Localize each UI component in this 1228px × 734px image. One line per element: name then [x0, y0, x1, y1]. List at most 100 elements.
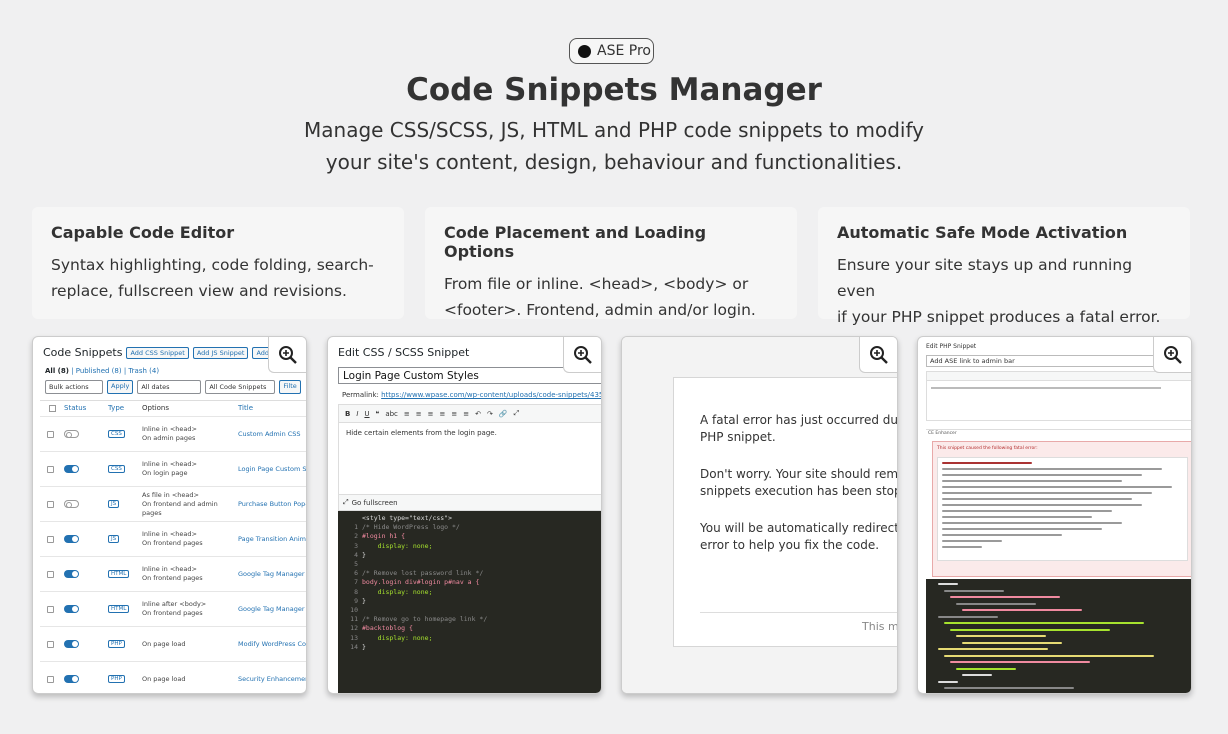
snippet-title-link[interactable]: Purchase Button Pop- — [238, 500, 306, 508]
toolbar-button[interactable]: U — [364, 410, 369, 418]
toolbar-button[interactable]: 🔗 — [499, 410, 508, 418]
table-row[interactable]: CSS Inline in <head> On login page Login Pa… — [40, 451, 306, 486]
toolbar-button[interactable]: ≡ — [416, 410, 422, 418]
error-trace-line — [942, 474, 1142, 476]
status-toggle[interactable] — [64, 430, 79, 438]
toolbar-button[interactable]: ≡ — [463, 410, 469, 418]
php-code-line — [950, 661, 1090, 663]
toolbar-button[interactable]: ❝ — [376, 410, 380, 418]
fullscreen-toggle[interactable]: ⤢ Go fullscreen — [338, 494, 601, 511]
filter-all[interactable]: All (8) — [45, 367, 69, 375]
zoom-button[interactable] — [859, 337, 897, 373]
table-row[interactable]: HTML Inline in <head> On frontend pages Goo… — [40, 556, 306, 591]
snippet-title-link[interactable]: Page Transition Anim — [238, 535, 306, 543]
subtitle-line-1: Manage CSS/SCSS, JS, HTML and PHP code s… — [304, 118, 924, 142]
row-checkbox[interactable] — [47, 535, 54, 543]
php-code-editor[interactable] — [926, 579, 1191, 693]
type-badge: HTML — [108, 605, 130, 613]
zoom-button[interactable] — [563, 337, 601, 373]
status-toggle[interactable] — [64, 500, 79, 508]
zoom-button[interactable] — [1153, 337, 1191, 373]
php-code-line — [938, 615, 998, 618]
toolbar-button[interactable]: ≡ — [404, 410, 410, 418]
status-toggle[interactable] — [64, 535, 79, 543]
status-toggle[interactable] — [64, 675, 79, 683]
row-checkbox[interactable] — [47, 430, 54, 438]
table-row[interactable]: PHP On page load Security Enhancemen — [40, 661, 306, 693]
screenshot-css-editor[interactable]: Edit CSS / SCSS Snippet Login Page Custo… — [327, 336, 602, 694]
table-row[interactable]: JS As file in <head> On frontend and admin… — [40, 486, 306, 521]
dates-select[interactable]: All dates — [137, 380, 202, 394]
feature-text-line: Syntax highlighting, code folding, searc… — [51, 256, 374, 274]
snippet-title-link[interactable]: Custom Admin CSS — [238, 430, 301, 438]
select-all-checkbox[interactable] — [49, 405, 56, 412]
feature-card-safe-mode: Automatic Safe Mode Activation Ensure yo… — [818, 207, 1190, 326]
column-type[interactable]: Type — [108, 404, 124, 412]
fullscreen-label: Go fullscreen — [351, 498, 398, 507]
toolbar-button[interactable]: ↶ — [475, 410, 481, 418]
row-checkbox[interactable] — [47, 465, 54, 473]
add-css-button[interactable]: Add CSS Snippet — [126, 346, 189, 359]
filter-button[interactable]: Filte — [279, 380, 301, 394]
description-text[interactable]: Hide certain elements from the login pag… — [339, 423, 601, 443]
php-code-line — [950, 628, 1110, 631]
toolbar-button[interactable]: B — [345, 410, 350, 418]
status-toggle[interactable] — [64, 640, 79, 648]
add-js-button[interactable]: Add JS Snippet — [192, 346, 249, 359]
screenshot-php-editor[interactable]: Edit PHP Snippet Add ASE link to admin b… — [917, 336, 1192, 694]
php-description-editor[interactable] — [926, 371, 1191, 421]
code-line: 13 display: none; — [350, 633, 433, 642]
error-trace-line — [942, 516, 1092, 518]
bulk-actions-select[interactable]: Bulk actions — [45, 380, 103, 394]
filter-published[interactable]: Published (8) — [76, 367, 122, 375]
code-editor[interactable]: <style type="text/css"> 1/* Hide WordPre… — [338, 511, 601, 693]
toolbar-button[interactable]: abc — [385, 410, 398, 418]
row-checkbox[interactable] — [47, 605, 54, 613]
toolbar-button[interactable]: ⤢ — [514, 409, 520, 418]
option-subtext: On frontend pages — [142, 574, 203, 582]
snippet-title-link[interactable]: Google Tag Manager - — [238, 570, 306, 578]
filter-trash[interactable]: Trash (4) — [128, 367, 159, 375]
snippet-title-input[interactable]: Login Page Custom Styles — [338, 367, 601, 384]
row-checkbox[interactable] — [47, 570, 54, 578]
error-text: snippets execution has been stopped — [700, 484, 897, 498]
toolbar-button[interactable]: ≡ — [451, 410, 457, 418]
row-checkbox[interactable] — [47, 675, 54, 683]
code-line: 8 display: none; — [354, 587, 433, 596]
toolbar-button[interactable]: I — [356, 410, 358, 418]
column-status[interactable]: Status — [64, 404, 86, 412]
row-checkbox[interactable] — [47, 500, 54, 508]
toolbar-button[interactable]: ≡ — [440, 410, 446, 418]
status-toggle[interactable] — [64, 465, 79, 473]
table-row[interactable]: CSS Inline in <head> On admin pages Custom … — [40, 416, 306, 451]
status-toggle[interactable] — [64, 605, 79, 613]
permalink-url[interactable]: https://www.wpase.com/wp-content/uploads… — [381, 391, 601, 399]
snippet-title-link[interactable]: Google Tag Manager - — [238, 605, 306, 613]
snippet-title-link[interactable]: Login Page Custom St — [238, 465, 306, 473]
option-text: On page load — [142, 674, 186, 683]
code-line: 10 — [350, 606, 358, 615]
type-badge: JS — [108, 500, 120, 508]
zoom-button[interactable] — [268, 337, 306, 373]
php-code-line — [950, 596, 1060, 598]
pro-badge: ASE Pro — [569, 38, 654, 64]
list-heading: Code Snippets — [43, 346, 123, 359]
toolbar-button[interactable]: ↷ — [487, 410, 493, 418]
table-row[interactable]: PHP On page load Modify WordPress Co — [40, 626, 306, 661]
snippet-title-link[interactable]: Modify WordPress Co — [238, 640, 306, 648]
snippets-filter-select[interactable]: All Code Snippets — [205, 380, 276, 394]
toolbar-button[interactable]: ≡ — [428, 410, 434, 418]
screenshot-snippet-list[interactable]: Code Snippets Add CSS Snippet Add JS Sni… — [32, 336, 307, 694]
apply-button[interactable]: Apply — [107, 380, 134, 394]
table-row[interactable]: HTML Inline after <body> On frontend pages… — [40, 591, 306, 626]
row-checkbox[interactable] — [47, 640, 54, 648]
table-row[interactable]: JS Inline in <head> On frontend pages Page … — [40, 521, 306, 556]
feature-title: Capable Code Editor — [51, 223, 235, 242]
column-title[interactable]: Title — [238, 404, 253, 412]
error-trace-line — [942, 504, 1142, 506]
snippet-title-link[interactable]: Security Enhancemen — [238, 675, 306, 683]
feature-card-code-editor: Capable Code Editor Syntax highlighting,… — [32, 207, 404, 319]
screenshot-fatal-error[interactable]: A fatal error has just occurred due to PH… — [621, 336, 898, 694]
status-toggle[interactable] — [64, 570, 79, 578]
php-code-line — [956, 667, 1016, 670]
